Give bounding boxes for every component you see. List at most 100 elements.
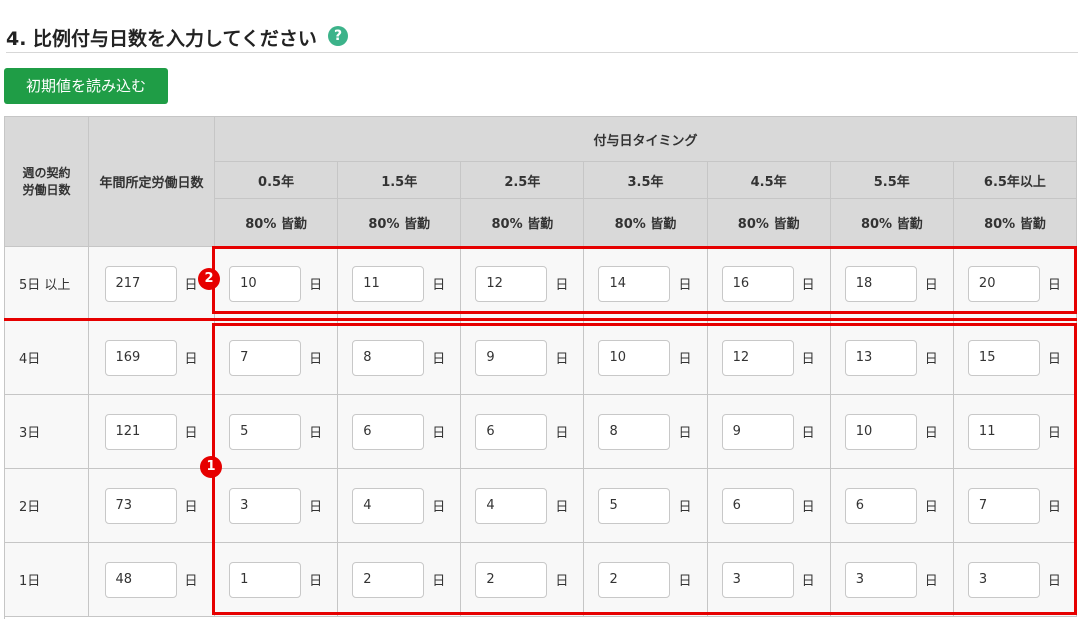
- unit-label: 日: [184, 278, 198, 293]
- grant-days-input-1-2-cell: 9日: [461, 321, 585, 395]
- row-label-4: 1日: [5, 543, 89, 617]
- annotation-marker-2: 2: [198, 268, 220, 290]
- unit-label: 日: [432, 426, 446, 441]
- row-label-0: 5日 以上: [5, 247, 89, 321]
- grant-days-input-0-2[interactable]: 12: [475, 265, 548, 302]
- unit-label: 日: [432, 574, 446, 589]
- grant-days-input-0-5-group: 18 日: [831, 265, 953, 302]
- grant-days-input-2-0-cell: 5日: [215, 395, 339, 469]
- grant-days-input-3-1-cell: 4日: [338, 469, 462, 543]
- grant-days-input-1-3-group: 10 日: [584, 339, 706, 376]
- grant-days-input-3-2[interactable]: 4: [475, 487, 548, 524]
- grant-days-input-0-5[interactable]: 18: [844, 265, 917, 302]
- grant-days-input-4-4-cell: 3日: [707, 543, 831, 617]
- grant-days-input-4-3-cell: 2日: [584, 543, 708, 617]
- annual-days-input-2[interactable]: 121: [104, 413, 177, 450]
- load-defaults-button[interactable]: 初期値を読み込む: [4, 68, 168, 104]
- grant-days-input-4-6[interactable]: 3: [967, 561, 1040, 598]
- col-header-timing-5: 5.5年: [830, 162, 954, 199]
- annual-days-input-3-cell: 73 日: [89, 469, 215, 543]
- grant-days-input-3-5[interactable]: 6: [844, 487, 917, 524]
- grant-days-input-1-0[interactable]: 7: [229, 339, 302, 376]
- grant-days-input-0-4-cell: 16 日: [707, 247, 831, 321]
- grant-days-input-1-4-cell: 12 日: [707, 321, 831, 395]
- grant-days-input-1-3-cell: 10 日: [584, 321, 708, 395]
- grant-days-input-2-5[interactable]: 10: [844, 413, 917, 450]
- grant-days-input-3-6[interactable]: 7: [967, 487, 1040, 524]
- grant-days-input-0-4[interactable]: 16: [721, 265, 794, 302]
- unit-label: 日: [924, 500, 938, 515]
- grant-days-input-2-5-cell: 10 日: [830, 395, 954, 469]
- grant-days-input-4-2[interactable]: 2: [475, 561, 548, 598]
- grant-days-input-1-1[interactable]: 8: [352, 339, 425, 376]
- col-header-attendance-5: 80% 皆勤: [830, 199, 954, 247]
- col-header-grant-timing: 付与日タイミング: [215, 117, 1077, 162]
- annual-days-input-1[interactable]: 169: [104, 339, 177, 376]
- grant-days-input-1-5[interactable]: 13: [844, 339, 917, 376]
- grant-days-input-4-3[interactable]: 2: [598, 561, 671, 598]
- grant-days-input-1-6[interactable]: 15: [967, 339, 1040, 376]
- grant-days-input-4-5[interactable]: 3: [844, 561, 917, 598]
- grant-days-input-1-5-group: 13 日: [831, 339, 953, 376]
- grant-days-input-1-1-group: 8日: [338, 339, 460, 376]
- grant-days-input-1-4[interactable]: 12: [721, 339, 794, 376]
- unit-label: 日: [309, 500, 323, 515]
- col-header-attendance-1: 80% 皆勤: [338, 199, 462, 247]
- grant-days-input-1-5-cell: 13 日: [830, 321, 954, 395]
- grant-days-input-3-4[interactable]: 6: [721, 487, 794, 524]
- grant-days-input-4-1[interactable]: 2: [352, 561, 425, 598]
- grant-days-input-0-1-cell: 11 日: [338, 247, 462, 321]
- grant-days-input-2-1[interactable]: 6: [352, 413, 425, 450]
- unit-label: 日: [1047, 352, 1061, 367]
- grant-days-input-1-0-group: 7日: [215, 339, 337, 376]
- grant-days-input-4-6-cell: 3日: [953, 543, 1077, 617]
- annual-days-input-3[interactable]: 73: [104, 487, 177, 524]
- grant-days-input-0-0[interactable]: 10: [229, 265, 302, 302]
- unit-label: 日: [801, 426, 815, 441]
- grant-days-input-2-4[interactable]: 9: [721, 413, 794, 450]
- unit-label: 日: [924, 426, 938, 441]
- grant-days-input-1-3[interactable]: 10: [598, 339, 671, 376]
- unit-label: 日: [432, 352, 446, 367]
- grant-days-input-1-2[interactable]: 9: [475, 339, 548, 376]
- unit-label: 日: [1047, 500, 1061, 515]
- grant-days-input-3-0[interactable]: 3: [229, 487, 302, 524]
- grant-days-input-4-5-group: 3日: [831, 561, 953, 598]
- grant-days-input-1-6-cell: 15 日: [953, 321, 1077, 395]
- grant-days-input-3-5-cell: 6日: [830, 469, 954, 543]
- unit-label: 日: [801, 352, 815, 367]
- grant-days-input-4-0[interactable]: 1: [229, 561, 302, 598]
- unit-label: 日: [924, 278, 938, 293]
- grant-days-input-2-2[interactable]: 6: [475, 413, 548, 450]
- grant-days-input-4-1-cell: 2日: [338, 543, 462, 617]
- annual-days-input-2-cell: 121 日: [89, 395, 215, 469]
- grant-days-input-2-3[interactable]: 8: [598, 413, 671, 450]
- grant-days-input-0-3[interactable]: 14: [598, 265, 671, 302]
- grant-days-input-2-6[interactable]: 11: [967, 413, 1040, 450]
- question-circle-icon[interactable]: ?: [328, 26, 348, 46]
- grant-days-input-3-3[interactable]: 5: [598, 487, 671, 524]
- unit-label: 日: [924, 352, 938, 367]
- grant-days-input-2-3-cell: 8日: [584, 395, 708, 469]
- unit-label: 日: [309, 426, 323, 441]
- grant-days-input-0-0-cell: 10 日: [215, 247, 339, 321]
- grant-days-input-2-5-group: 10 日: [831, 413, 953, 450]
- annual-days-input-4[interactable]: 48: [104, 561, 177, 598]
- grant-days-input-4-4[interactable]: 3: [721, 561, 794, 598]
- grant-days-input-0-6[interactable]: 20: [967, 265, 1040, 302]
- grant-days-input-2-4-cell: 9日: [707, 395, 831, 469]
- grant-days-input-2-0[interactable]: 5: [229, 413, 302, 450]
- grant-days-input-1-2-group: 9日: [461, 339, 583, 376]
- grant-days-input-2-6-group: 11 日: [954, 413, 1076, 450]
- section-header: 4. 比例付与日数を入力してください ?: [6, 22, 1078, 53]
- grant-days-input-0-1[interactable]: 11: [352, 265, 425, 302]
- unit-label: 日: [1047, 278, 1061, 293]
- unit-label: 日: [309, 574, 323, 589]
- unit-label: 日: [555, 278, 569, 293]
- grant-days-input-0-0-group: 10 日: [215, 265, 337, 302]
- annual-days-input-0[interactable]: 217: [104, 265, 177, 302]
- annual-days-input-2-group: 121 日: [89, 413, 214, 450]
- grant-days-input-3-1[interactable]: 4: [352, 487, 425, 524]
- unit-label: 日: [184, 352, 198, 367]
- grant-days-input-0-4-group: 16 日: [708, 265, 830, 302]
